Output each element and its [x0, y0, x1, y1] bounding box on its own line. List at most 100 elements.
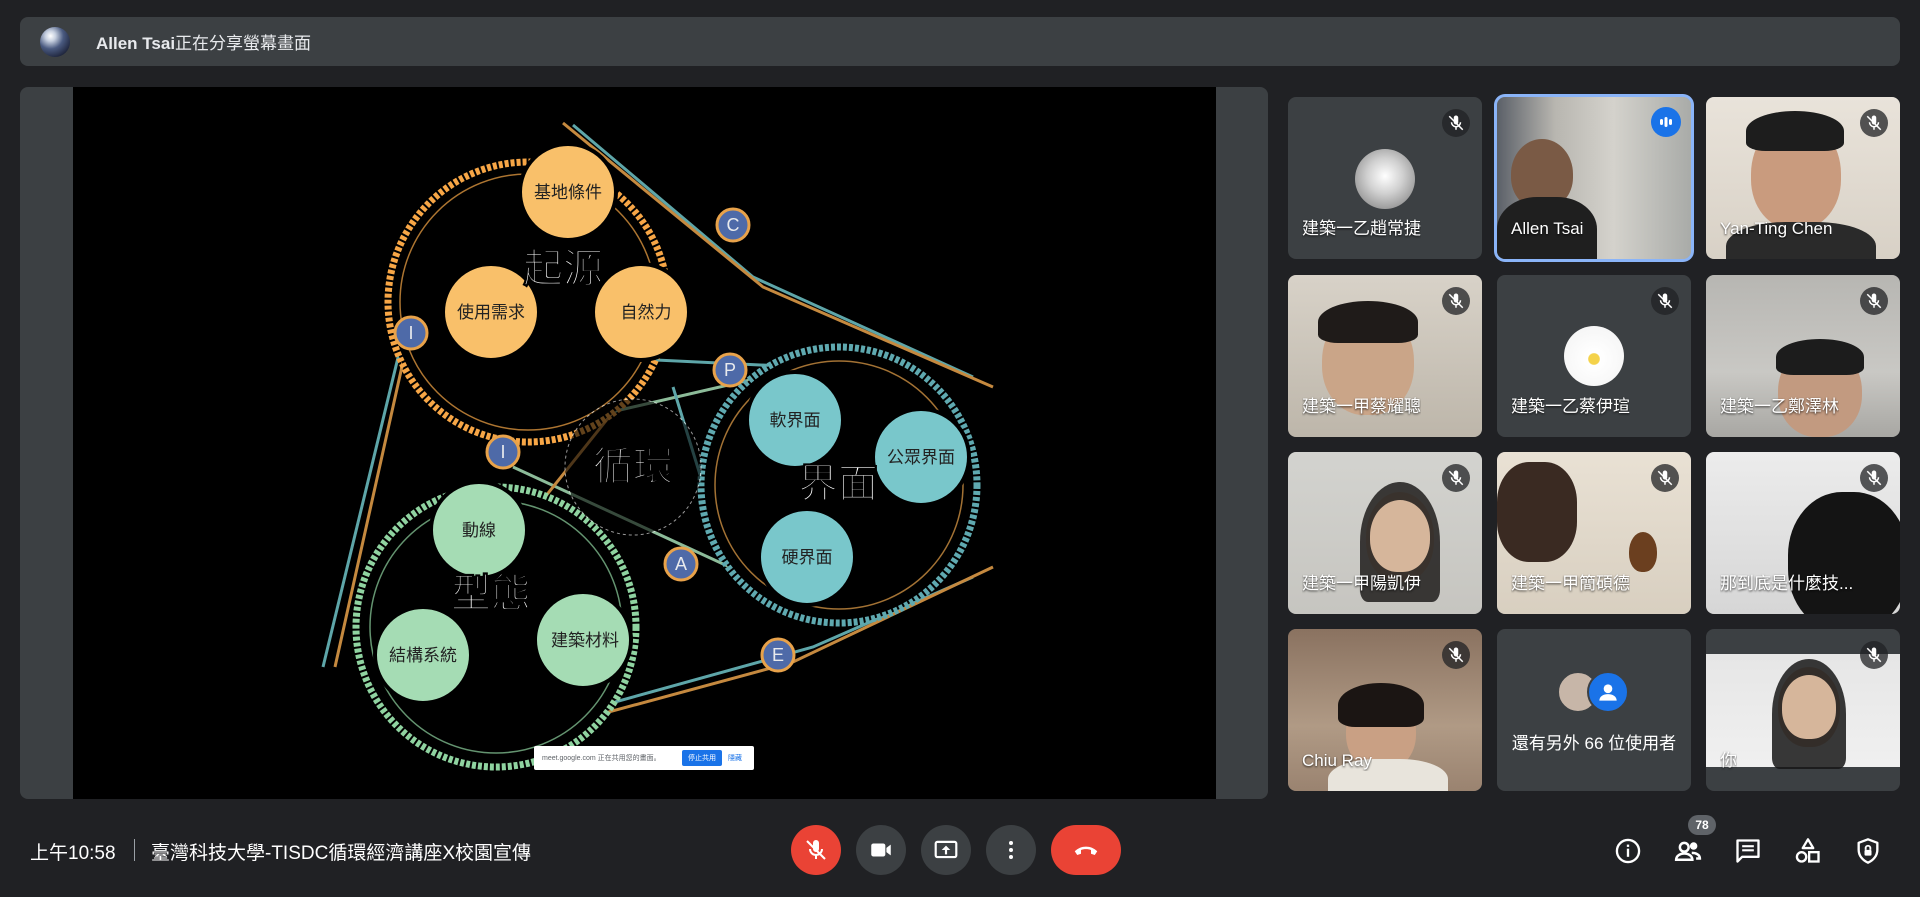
- link-letter-i-1: I: [408, 323, 413, 343]
- mic-off-icon: [1442, 464, 1470, 492]
- link-letter-a: A: [675, 554, 687, 574]
- mic-off-icon: [1442, 109, 1470, 137]
- presenter-name: Allen Tsai: [96, 34, 176, 53]
- people-button[interactable]: [1672, 835, 1704, 867]
- item-hard-interface: 硬界面: [782, 548, 833, 568]
- link-letter-c: C: [727, 215, 740, 235]
- link-letter-i-2: I: [500, 442, 505, 462]
- participant-tile[interactable]: Yan-Ting Chen: [1706, 97, 1900, 259]
- divider: [134, 839, 135, 861]
- shared-slide: C I P I A E 基地條件 使用需求 自然力 軟界面 公眾界面 硬界面 動…: [73, 87, 1216, 799]
- circle-title-form: 型態: [451, 571, 531, 617]
- link-letter-e: E: [772, 645, 784, 665]
- video-object: [1629, 532, 1657, 572]
- participant-name: 那到底是什麼技...: [1720, 574, 1854, 593]
- item-public-interface: 公眾界面: [887, 448, 955, 468]
- participant-tile[interactable]: 建築一乙趙常捷: [1288, 97, 1482, 259]
- people-icon: [1674, 841, 1702, 861]
- participant-count-badge: 78: [1688, 815, 1716, 835]
- participant-tile[interactable]: 建築一乙鄭澤林: [1706, 275, 1900, 437]
- screen-share-notice: meet.google.com 正在共用您的畫面。 停止共用 隱藏: [534, 746, 754, 770]
- activities-icon: [1795, 838, 1820, 863]
- mic-off-icon: [1860, 641, 1888, 669]
- participant-tile[interactable]: Chiu Ray: [1288, 629, 1482, 791]
- video-hair: [1338, 683, 1424, 727]
- hide-notice-button[interactable]: 隱藏: [728, 753, 742, 763]
- video-hair: [1788, 492, 1900, 614]
- present-icon: [934, 840, 958, 859]
- presenter-avatar: [40, 26, 70, 57]
- microphone-toggle-button[interactable]: [791, 825, 841, 875]
- participant-tile[interactable]: 建築一甲簡碩德: [1497, 452, 1691, 614]
- more-participants-label: 還有另外 66 位使用者: [1511, 734, 1677, 753]
- mic-off-icon: [806, 840, 826, 860]
- item-soft-interface: 軟界面: [770, 411, 821, 431]
- participant-tile[interactable]: 建築一甲陽凱伊: [1288, 452, 1482, 614]
- mic-off-icon: [1651, 287, 1679, 315]
- video-hair: [1318, 301, 1418, 343]
- video-hair: [1776, 339, 1864, 375]
- more-vert-icon: [1009, 841, 1013, 859]
- more-options-button[interactable]: [986, 825, 1036, 875]
- leave-call-button[interactable]: [1051, 825, 1121, 875]
- chat-icon: [1736, 839, 1760, 863]
- mic-off-icon: [1860, 109, 1888, 137]
- participant-tile[interactable]: 那到底是什麼技...: [1706, 452, 1900, 614]
- hang-up-icon: [1074, 846, 1098, 855]
- stop-sharing-button[interactable]: 停止共用: [682, 750, 722, 766]
- info-icon: [1615, 838, 1641, 864]
- participant-tile-active-speaker[interactable]: Allen Tsai: [1497, 97, 1691, 259]
- presentation-stage: C I P I A E 基地條件 使用需求 自然力 軟界面 公眾界面 硬界面 動…: [20, 87, 1268, 799]
- presenting-message: Allen Tsai正在分享螢幕畫面: [96, 29, 311, 54]
- activities-button[interactable]: [1792, 835, 1824, 867]
- participant-tile-self[interactable]: 你: [1706, 629, 1900, 791]
- participant-name: 建築一乙趙常捷: [1302, 219, 1421, 238]
- video-hair: [1746, 111, 1844, 151]
- speaking-indicator-icon: [1651, 107, 1681, 137]
- participant-name: Allen Tsai: [1511, 219, 1584, 238]
- link-letter-p: P: [724, 360, 736, 380]
- participant-name: 建築一甲蔡耀聰: [1302, 397, 1421, 416]
- item-site-conditions: 基地條件: [534, 183, 602, 203]
- meeting-details-button[interactable]: [1612, 835, 1644, 867]
- more-participants-tile[interactable]: 還有另外 66 位使用者: [1497, 629, 1691, 791]
- video-face: [1782, 675, 1836, 739]
- participant-name: 建築一甲陽凱伊: [1302, 574, 1421, 593]
- circle-title-interface: 界面: [798, 461, 878, 507]
- presenting-banner: Allen Tsai正在分享螢幕畫面: [20, 17, 1900, 66]
- mic-off-icon: [1651, 464, 1679, 492]
- camera-toggle-button[interactable]: [856, 825, 906, 875]
- mic-off-icon: [1442, 287, 1470, 315]
- participant-tile[interactable]: 建築一甲蔡耀聰: [1288, 275, 1482, 437]
- shield-lock-icon: [1857, 838, 1879, 864]
- participant-tile[interactable]: 建築一乙蔡伊瑄: [1497, 275, 1691, 437]
- chat-button[interactable]: [1732, 835, 1764, 867]
- mic-off-icon: [1860, 464, 1888, 492]
- participant-name: Chiu Ray: [1302, 751, 1372, 770]
- host-controls-button[interactable]: [1852, 835, 1884, 867]
- slide-diagram: C I P I A E 基地條件 使用需求 自然力 軟界面 公眾界面 硬界面 動…: [321, 121, 994, 771]
- circle-title-origin: 起源: [523, 246, 603, 292]
- participant-name: 建築一甲簡碩德: [1511, 574, 1630, 593]
- person-icon: [1587, 671, 1629, 713]
- participant-name: 建築一乙蔡伊瑄: [1511, 397, 1630, 416]
- participant-name: 你: [1720, 751, 1737, 770]
- participant-name: 建築一乙鄭澤林: [1720, 397, 1839, 416]
- video-hair: [1497, 462, 1577, 562]
- mic-off-icon: [1860, 287, 1888, 315]
- camera-icon: [871, 843, 891, 857]
- item-circulation: 動線: [462, 521, 496, 541]
- present-screen-button[interactable]: [921, 825, 971, 875]
- item-natural-forces: 自然力: [621, 303, 672, 323]
- share-notice-text: meet.google.com 正在共用您的畫面。: [542, 755, 661, 762]
- item-structural-system: 結構系統: [389, 646, 457, 666]
- video-face: [1370, 500, 1430, 572]
- avatar: [1355, 149, 1415, 209]
- center-title: 循環: [593, 444, 673, 490]
- presenting-text: 正在分享螢幕畫面: [175, 34, 312, 53]
- item-building-materials: 建築材料: [551, 631, 619, 651]
- mic-off-icon: [1442, 641, 1470, 669]
- avatar: [1564, 326, 1624, 386]
- current-time: 上午10:58: [30, 843, 116, 864]
- bottom-bar: 上午10:58 臺灣科技大學-TISDC循環經濟講座X校園宣傳 78: [0, 805, 1920, 897]
